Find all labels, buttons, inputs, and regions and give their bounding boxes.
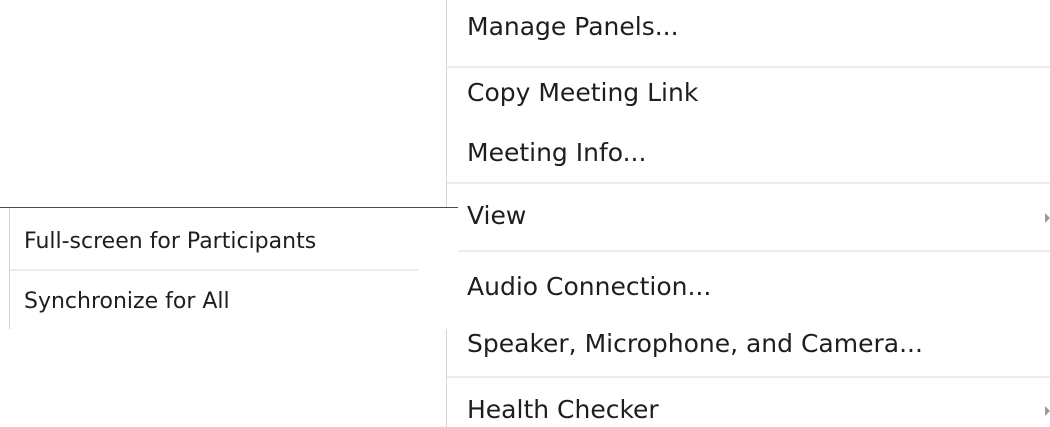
- context-menu: Manage Panels... Copy Meeting Link Meeti…: [446, 0, 1050, 427]
- menu-separator: [447, 250, 1050, 252]
- menu-item-audio-connection[interactable]: Audio Connection...: [447, 270, 1050, 310]
- menu-item-meeting-info[interactable]: Meeting Info...: [447, 136, 1050, 176]
- menu-item-speaker-microphone-camera[interactable]: Speaker, Microphone, and Camera...: [447, 327, 1050, 367]
- submenu-separator: [10, 269, 418, 271]
- menu-separator: [447, 182, 1050, 184]
- menu-item-label: Audio Connection...: [467, 272, 712, 301]
- menu-item-label: Health Checker: [467, 395, 659, 424]
- submenu-border-top: [0, 207, 458, 208]
- menu-item-manage-panels[interactable]: Manage Panels...: [447, 10, 1050, 50]
- chevron-right-icon: [1045, 213, 1050, 223]
- menu-item-label: Speaker, Microphone, and Camera...: [467, 329, 923, 358]
- submenu-item-label: Synchronize for All: [24, 289, 230, 314]
- screen: Manage Panels... Copy Meeting Link Meeti…: [0, 0, 1050, 427]
- menu-item-label: Meeting Info...: [467, 138, 647, 167]
- menu-item-view[interactable]: View: [447, 199, 1050, 239]
- menu-item-label: View: [467, 201, 527, 230]
- view-submenu: Full-screen for Participants Synchronize…: [0, 207, 458, 329]
- menu-item-label: Copy Meeting Link: [467, 78, 699, 107]
- submenu-item-label: Full-screen for Participants: [24, 229, 317, 254]
- menu-separator: [447, 376, 1050, 378]
- submenu-item-synchronize-for-all[interactable]: Synchronize for All: [24, 287, 230, 317]
- chevron-right-icon: [1045, 406, 1050, 416]
- menu-item-copy-meeting-link[interactable]: Copy Meeting Link: [447, 76, 1050, 116]
- submenu-item-full-screen-for-participants[interactable]: Full-screen for Participants: [24, 227, 316, 257]
- menu-separator: [447, 66, 1050, 68]
- menu-item-label: Manage Panels...: [467, 12, 679, 41]
- menu-item-health-checker[interactable]: Health Checker: [447, 393, 1050, 427]
